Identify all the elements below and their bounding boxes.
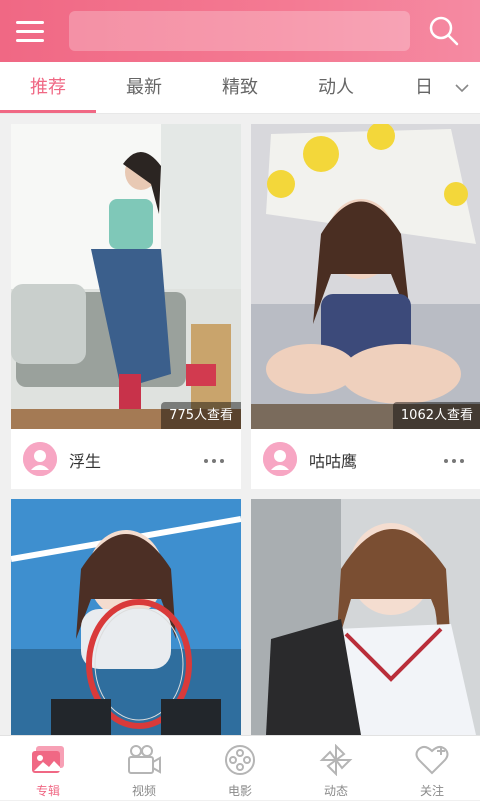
heart-plus-icon bbox=[415, 745, 449, 775]
album-photo[interactable]: 1062人查看 bbox=[251, 124, 480, 429]
video-camera-icon bbox=[128, 745, 161, 774]
tab-charming[interactable]: 动人 bbox=[288, 62, 384, 114]
menu-icon-line bbox=[16, 39, 44, 42]
search-button[interactable] bbox=[428, 15, 460, 47]
nav-movies[interactable]: 电影 bbox=[192, 736, 288, 801]
bottom-navigation: 专辑 视频 电影 动态 关注 bbox=[0, 735, 480, 800]
nav-activity[interactable]: 动态 bbox=[288, 736, 384, 801]
tab-latest[interactable]: 最新 bbox=[96, 62, 192, 114]
album-photo[interactable] bbox=[251, 499, 480, 735]
avatar-girl-icon bbox=[263, 442, 297, 476]
tab-refined[interactable]: 精致 bbox=[192, 62, 288, 114]
nav-label: 关注 bbox=[419, 784, 444, 798]
album-card[interactable]: 775人查看 浮生 bbox=[11, 124, 241, 489]
menu-button[interactable] bbox=[16, 19, 44, 43]
top-bar bbox=[0, 0, 480, 62]
more-options-button[interactable] bbox=[439, 450, 469, 466]
view-count: 1062人查看 bbox=[392, 402, 480, 429]
album-photo[interactable]: 775人查看 bbox=[11, 124, 241, 429]
nav-label: 视频 bbox=[131, 784, 156, 798]
nav-follow[interactable]: 关注 bbox=[384, 736, 480, 801]
menu-icon bbox=[16, 21, 44, 24]
film-reel-icon bbox=[225, 745, 255, 775]
nav-videos[interactable]: 视频 bbox=[96, 736, 192, 801]
card-info: 咕咕鹰 bbox=[251, 429, 480, 489]
nav-label: 专辑 bbox=[35, 784, 60, 798]
avatar-girl-icon bbox=[23, 442, 57, 476]
photo-girl-pillow bbox=[251, 124, 480, 429]
album-photo[interactable] bbox=[11, 499, 241, 735]
nav-albums[interactable]: 专辑 bbox=[0, 736, 96, 801]
photo-girl-tennis bbox=[11, 499, 241, 735]
photo-girl-uniform bbox=[251, 499, 480, 735]
chevron-down-icon[interactable] bbox=[455, 83, 469, 93]
album-card[interactable]: 1062人查看 咕咕鹰 bbox=[251, 124, 480, 489]
tab-partial[interactable]: 日 bbox=[404, 62, 444, 114]
search-input[interactable] bbox=[69, 11, 410, 51]
avatar[interactable] bbox=[263, 442, 297, 476]
album-icon bbox=[32, 746, 64, 773]
nav-label: 电影 bbox=[227, 784, 252, 798]
username[interactable]: 咕咕鹰 bbox=[309, 448, 357, 472]
album-card[interactable] bbox=[251, 499, 480, 735]
photo-girl-sofa bbox=[11, 124, 241, 429]
nav-label: 动态 bbox=[323, 784, 348, 798]
album-card[interactable] bbox=[11, 499, 241, 735]
username[interactable]: 浮生 bbox=[69, 448, 101, 472]
avatar[interactable] bbox=[23, 442, 57, 476]
category-tabs: 推荐 最新 精致 动人 日 bbox=[0, 62, 480, 114]
view-count: 775人查看 bbox=[161, 402, 241, 429]
menu-icon-line bbox=[16, 30, 44, 33]
card-info: 浮生 bbox=[11, 429, 241, 489]
more-options-button[interactable] bbox=[199, 450, 229, 466]
tab-recommend[interactable]: 推荐 bbox=[0, 62, 96, 114]
search-icon bbox=[429, 16, 459, 46]
active-tab-indicator bbox=[0, 110, 96, 113]
pinwheel-icon bbox=[319, 744, 353, 776]
